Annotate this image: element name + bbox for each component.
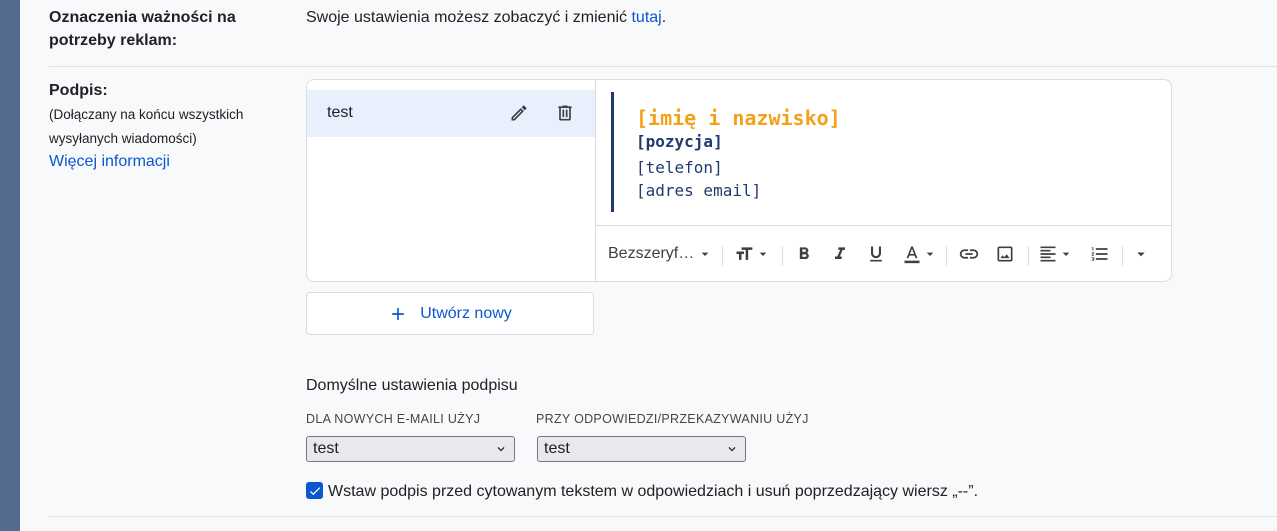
signature-description-line1: (Dołączany na końcu wszystkich (49, 107, 244, 122)
preview-name: [imię i nazwisko] (636, 106, 841, 130)
importance-label-line1: Oznaczenia ważności na (49, 9, 236, 26)
create-new-signature-button[interactable]: Utwórz nowy (306, 292, 594, 335)
font-select-label: Bezszeryf… (608, 245, 695, 262)
left-sidebar-strip (0, 0, 20, 531)
new-emails-signature-select[interactable]: test (306, 436, 515, 462)
settings-panel: Oznaczenia ważności na potrzeby reklam: … (20, 0, 1277, 531)
trash-icon (558, 105, 572, 121)
more-options-button[interactable] (1132, 240, 1150, 268)
new-emails-label: DLA NOWYCH E-MAILI UŻYJ (306, 412, 481, 426)
pencil-icon (511, 105, 527, 121)
importance-label-line2: potrzeby reklam: (49, 32, 178, 49)
more-info-link[interactable]: Więcej informacji (49, 153, 170, 171)
align-icon (1040, 246, 1056, 262)
italic-button[interactable] (830, 240, 850, 268)
importance-period: . (661, 9, 667, 26)
signature-list: test (307, 80, 596, 281)
bold-button[interactable] (794, 240, 814, 268)
signature-list-item[interactable]: test (307, 90, 595, 137)
create-new-label: Utwórz nowy (420, 304, 512, 322)
default-settings-heading: Domyślne ustawienia podpisu (306, 377, 518, 394)
text-size-button[interactable] (733, 240, 771, 268)
insert-before-quote-label[interactable]: Wstaw podpis przed cytowanym tekstem w o… (328, 482, 978, 502)
numbered-list-icon (1091, 247, 1108, 261)
numbered-list-button[interactable] (1090, 240, 1110, 268)
checkmark-icon (309, 486, 320, 495)
reply-signature-value: test (544, 440, 570, 457)
preview-email: [adres email] (636, 181, 762, 200)
signature-description-line2: wysyłanych wiadomości) (49, 131, 197, 146)
signature-preview[interactable]: [imię i nazwisko] [pozycja] [telefon] [a… (611, 92, 1154, 212)
toolbar-separator (1122, 246, 1123, 266)
plus-icon (392, 307, 405, 320)
underline-button[interactable] (866, 240, 886, 268)
formatting-toolbar: Bezszeryf… (596, 225, 1171, 282)
reply-forward-label: PRZY ODPOWIEDZI/PRZEKAZYWANIU UŻYJ (536, 412, 809, 426)
divider (49, 516, 1277, 517)
toolbar-separator (1028, 246, 1029, 266)
importance-label: Oznaczenia ważności na potrzeby reklam: (49, 6, 236, 52)
more-options-icon (1137, 252, 1145, 257)
signature-editor-box: test [imię i nazwisko] [pozycja] [telefo… (306, 79, 1172, 282)
importance-text: Swoje ustawienia możesz zobaczyć i zmien… (306, 8, 666, 28)
preview-phone: [telefon] (636, 158, 723, 177)
toolbar-separator (946, 246, 947, 266)
underline-icon (870, 246, 882, 262)
dropdown-arrow-icon (1062, 252, 1070, 256)
divider (49, 66, 1277, 67)
new-emails-signature-value: test (313, 440, 339, 457)
italic-icon (835, 247, 845, 259)
delete-signature-button[interactable] (551, 99, 579, 127)
text-color-icon (904, 246, 920, 264)
edit-signature-button[interactable] (505, 99, 533, 127)
signature-label: Podpis: (49, 82, 108, 99)
toolbar-separator (782, 246, 783, 266)
dropdown-arrow-icon (759, 252, 767, 256)
importance-description: Swoje ustawienia możesz zobaczyć i zmien… (306, 9, 632, 26)
insert-link-button[interactable] (958, 240, 980, 268)
reply-signature-select[interactable]: test (537, 436, 746, 462)
bold-icon (799, 247, 809, 259)
chevron-down-icon (728, 447, 736, 452)
signature-description: (Dołączany na końcu wszystkich wysyłanyc… (49, 103, 243, 151)
chevron-down-icon (497, 447, 505, 452)
align-button[interactable] (1038, 240, 1074, 268)
preview-position: [pozycja] (636, 132, 723, 151)
toolbar-separator (722, 246, 723, 266)
dropdown-arrow-icon (926, 252, 934, 256)
signature-name: test (327, 104, 353, 121)
font-select[interactable]: Bezszeryf… (608, 240, 713, 268)
insert-before-quote-checkbox[interactable] (306, 482, 323, 499)
link-icon (959, 249, 979, 259)
text-size-icon (736, 247, 753, 260)
insert-image-button[interactable] (995, 240, 1015, 268)
text-color-button[interactable] (902, 240, 938, 268)
importance-settings-link[interactable]: tutaj (631, 9, 661, 26)
image-icon (997, 246, 1013, 262)
dropdown-arrow-icon (701, 252, 709, 256)
signature-editor[interactable]: [imię i nazwisko] [pozycja] [telefon] [a… (596, 80, 1171, 281)
